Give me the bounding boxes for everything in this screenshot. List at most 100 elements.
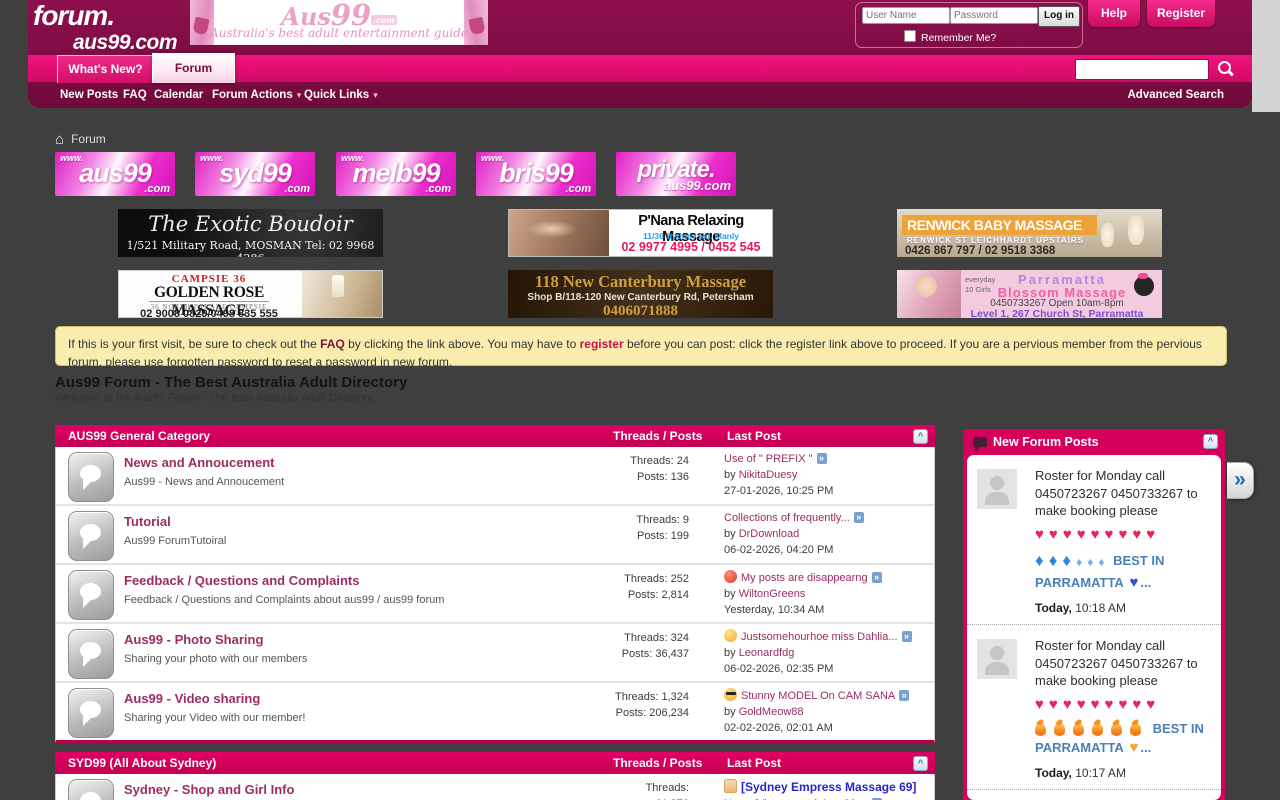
goto-last-post-icon[interactable]: » [872, 572, 882, 583]
forum-title-link[interactable]: Sydney - Shop and Girl Info [124, 782, 294, 797]
forum-row-feedback: Feedback / Questions and ComplaintsFeedb… [56, 565, 934, 624]
password-input[interactable] [950, 7, 1038, 24]
page-header: forum. aus99.com Aus99.com Australia's b… [28, 0, 1252, 108]
forum-title-link[interactable]: News and Annoucement [124, 455, 274, 470]
post-title[interactable]: Roster for Monday call 0450723267 045073… [1035, 468, 1198, 518]
forum-bubble-icon [68, 779, 114, 800]
forum-row-tutorial: TutorialAus99 ForumTutoiral Threads: 9Po… [56, 506, 934, 565]
gems-small-row [1076, 553, 1109, 568]
forum-bubble-icon [68, 570, 114, 620]
forum-title-link[interactable]: Tutorial [124, 514, 171, 529]
category-header: SYD99 (All About Sydney) Threads / Posts… [55, 752, 935, 774]
collapse-button[interactable]: ^ [913, 429, 928, 444]
new-post-item[interactable]: Roster for Monday call 0450723267 045073… [967, 625, 1221, 790]
last-post-date: 06-02-2026, 04:20 PM [724, 543, 929, 559]
goto-last-post-icon[interactable]: » [817, 453, 827, 464]
banner-syd99[interactable]: www.syd99.com [195, 152, 315, 196]
subnav-quick-links[interactable]: Quick Links▾ [304, 89, 378, 101]
category-title: AUS99 General Category [68, 429, 210, 443]
site-logo[interactable]: forum. aus99.com [33, 2, 177, 53]
nav-bar: What's New? Forum [28, 55, 1252, 82]
chevron-down-icon: ▾ [297, 90, 302, 100]
collapse-button[interactable]: ^ [1203, 434, 1218, 449]
candle-icon [1128, 215, 1144, 245]
candle-icon [1101, 223, 1114, 247]
search-button[interactable] [1214, 58, 1238, 79]
tab-whats-new[interactable]: What's New? [57, 55, 153, 83]
new-post-item[interactable]: Roster for Monday call 0450723267 045073… [967, 455, 1221, 625]
subnav-new-posts[interactable]: New Posts [60, 89, 118, 101]
widget-title: New Forum Posts [993, 435, 1099, 449]
help-button[interactable]: Help [1088, 0, 1140, 27]
advanced-search-link[interactable]: Advanced Search [1127, 89, 1224, 101]
register-button[interactable]: Register [1147, 0, 1215, 27]
new-post-item[interactable]: Roster for Monday call 0450723267 045073… [967, 790, 1221, 800]
gems-row [1035, 553, 1076, 568]
doll-icon [1134, 276, 1154, 296]
goto-last-post-icon[interactable]: » [899, 690, 909, 701]
ad-golden-rose-massage[interactable]: CAMPSIE 36 GOLDEN ROSE MASSAGE 36 NORTH … [118, 270, 383, 318]
collapse-button[interactable]: ^ [913, 756, 928, 771]
column-threads-posts: Threads / Posts [613, 429, 702, 443]
widget-header: New Forum Posts ^ [963, 429, 1225, 455]
login-button[interactable]: Log in [1038, 6, 1080, 27]
ad-photo [302, 271, 382, 317]
last-post-link[interactable]: Justsomehourhoe miss Dahlia... [741, 631, 898, 643]
banner-aus99[interactable]: www.aus99.com [55, 152, 175, 196]
category-aus99-general: AUS99 General Category Threads / Posts L… [55, 425, 935, 743]
posts-count: Posts: 206,234 [556, 706, 689, 722]
last-post-link[interactable]: Use of " PREFIX " [724, 453, 813, 465]
username-input[interactable] [862, 7, 950, 24]
ad-canterbury-massage[interactable]: 118 New Canterbury Massage Shop B/118-12… [508, 270, 773, 318]
last-post-user[interactable]: GoldMeow88 [739, 706, 804, 718]
post-title[interactable]: Roster for Monday call 0450723267 045073… [1035, 638, 1198, 688]
sidebar-flyout-button[interactable]: » [1227, 462, 1254, 499]
banner-private-aus99[interactable]: private.aus99.com [616, 152, 736, 196]
last-post-link[interactable]: My posts are disappearng [741, 572, 868, 584]
home-icon[interactable]: ⌂ [55, 131, 64, 148]
last-post-user[interactable]: WiltonGreens [739, 588, 806, 600]
remember-checkbox[interactable] [904, 30, 916, 42]
banner-bris99[interactable]: www.bris99.com [476, 152, 596, 196]
forum-description: Sharing your Video with our member! [124, 712, 544, 724]
last-post-user[interactable]: Leonardfdg [739, 647, 795, 659]
forum-title-link[interactable]: Aus99 - Photo Sharing [124, 632, 263, 647]
forum-title-link[interactable]: Feedback / Questions and Complaints [124, 573, 360, 588]
avatar [977, 639, 1017, 679]
subnav-forum-actions[interactable]: Forum Actions▾ [212, 89, 301, 101]
speech-bubble-icon [973, 437, 987, 447]
post-time: Today, 10:17 AM [1035, 765, 1217, 781]
ad-renwick-massage[interactable]: RENWICK BABY MASSAGE RENWICK ST LEICHHAR… [897, 209, 1162, 257]
last-post-user[interactable]: DrDownload [739, 528, 800, 540]
column-threads-posts: Threads / Posts [613, 756, 702, 770]
tab-forum[interactable]: Forum [152, 53, 235, 83]
remember-me: Remember Me? [904, 30, 996, 44]
header-banner-ad[interactable]: Aus99.com Australia's best adult enterta… [190, 0, 488, 45]
faq-link[interactable]: FAQ [320, 337, 345, 351]
banner-melb99[interactable]: www.melb99.com [336, 152, 456, 196]
goto-last-post-icon[interactable]: » [902, 631, 912, 642]
forum-row-news: News and AnnoucementAus99 - News and Ann… [56, 447, 934, 506]
register-link[interactable]: register [580, 337, 624, 351]
forum-row-video-sharing: Aus99 - Video sharing Sharing your Video … [56, 683, 934, 740]
last-post-link[interactable]: Stunny MODEL On CAM SANA [741, 690, 895, 702]
forum-row-photo-sharing: Aus99 - Photo SharingSharing your photo … [56, 624, 934, 683]
subnav-calendar[interactable]: Calendar [154, 89, 203, 101]
goto-last-post-icon[interactable]: » [854, 512, 864, 523]
heart-icon: ♥ [1129, 574, 1138, 591]
sub-nav: New Posts FAQ Calendar Forum Actions▾ Qu… [28, 82, 1252, 108]
subnav-faq[interactable]: FAQ [123, 89, 147, 101]
scrollbar[interactable] [1252, 0, 1280, 112]
ad-blossom-massage[interactable]: everyday10 Girls Parramatta Blossom Mass… [897, 270, 1162, 318]
avatar [977, 469, 1017, 509]
last-post-user[interactable]: NikitaDuesy [739, 469, 798, 481]
search-input[interactable] [1075, 59, 1209, 80]
forum-title-link[interactable]: Aus99 - Video sharing [124, 691, 260, 706]
breadcrumb-forum[interactable]: Forum [71, 132, 106, 146]
first-visit-notice: If this is your first visit, be sure to … [55, 326, 1227, 366]
last-post-link[interactable]: Collections of frequently... [724, 512, 850, 524]
ad-exotic-boudoir[interactable]: The Exotic Boudoir 1/521 Military Road, … [118, 209, 383, 257]
last-post-link[interactable]: [Sydney Empress Massage 69] [741, 780, 916, 794]
last-post-date: Yesterday, 10:34 AM [724, 603, 929, 619]
ad-pnana-massage[interactable]: P'Nana Relaxing Massage 11/36 Sydney Rd.… [508, 209, 773, 257]
